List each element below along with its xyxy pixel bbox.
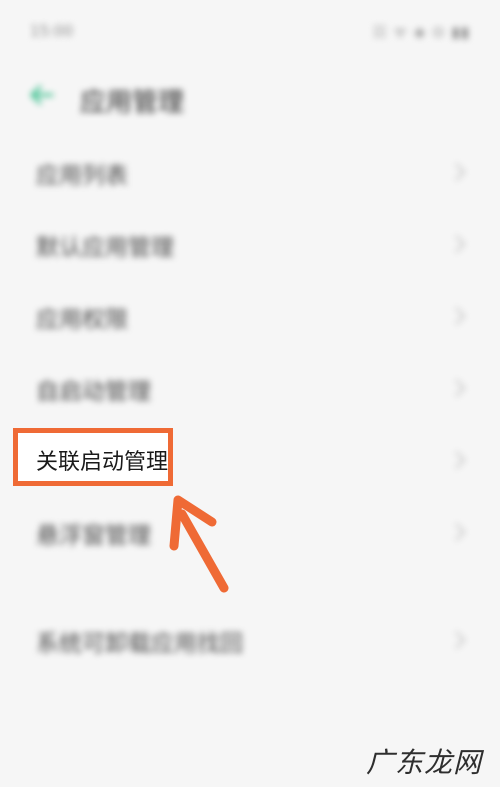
back-arrow-icon[interactable]	[28, 82, 56, 108]
list-item-floating-window[interactable]: 悬浮窗管理	[0, 496, 500, 568]
chevron-right-icon	[452, 230, 468, 258]
list-item-label-highlighted: 关联启动管理	[36, 450, 169, 475]
list-item-label: 应用列表	[36, 163, 128, 189]
chevron-right-icon	[452, 518, 468, 546]
page-title: 应用管理	[80, 88, 185, 118]
list-item-label: 应用权限	[36, 307, 128, 333]
chevron-right-icon	[452, 374, 468, 402]
chevron-right-icon	[452, 446, 468, 474]
status-time: 15:00	[30, 22, 74, 40]
list-item-label: 系统可卸载应用找回	[36, 631, 243, 657]
watermark: 广东龙网	[366, 746, 483, 779]
list-item-app-permissions[interactable]: 应用权限	[0, 280, 500, 352]
list-item-label: 悬浮窗管理	[36, 523, 151, 549]
highlight-box[interactable]: 关联启动管理	[13, 428, 173, 486]
chevron-right-icon	[452, 302, 468, 330]
list-item-label: 默认应用管理	[36, 235, 174, 261]
chevron-right-icon	[452, 626, 468, 654]
list-item-autostart[interactable]: 自启动管理	[0, 352, 500, 424]
page-header: 应用管理	[0, 62, 500, 132]
list-item-restore-system-apps[interactable]: 系统可卸载应用找回	[0, 604, 500, 676]
list-item-default-apps[interactable]: 默认应用管理	[0, 208, 500, 280]
list-item-label: 自启动管理	[36, 379, 151, 405]
status-bar: 15:00 ☷ ᯤ ◈ ⊙ ▮▮	[0, 0, 500, 62]
chevron-right-icon	[452, 158, 468, 186]
pointer-arrow-icon	[160, 490, 240, 600]
status-icons: ☷ ᯤ ◈ ⊙ ▮▮	[373, 23, 470, 41]
list-item-app-list[interactable]: 应用列表	[0, 136, 500, 208]
